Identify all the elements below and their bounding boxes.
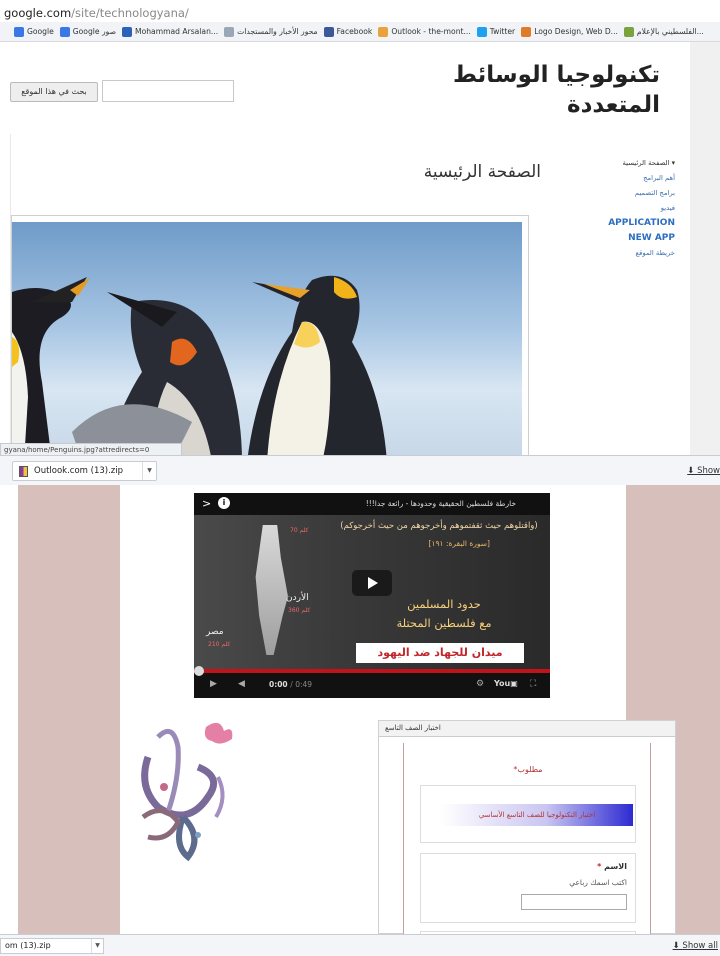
site-screenshot-lower: خارطة فلسطين الحقيقية وحدودها - رائعة جد…: [0, 485, 720, 934]
download-bar: Outlook.com (13).zip ▼ ⬇ Show: [0, 455, 720, 485]
chevron-down-icon[interactable]: ▼: [91, 939, 103, 953]
video-banner: ميدان للجهاد ضد اليهود: [356, 643, 524, 663]
site-screenshot: google.com/site/technologyana/ Google Goo…: [0, 0, 720, 462]
twitter-icon: [476, 26, 487, 37]
bookmark-item[interactable]: Outlook - the-mont...: [378, 26, 471, 37]
video-title-bar: خارطة فلسطين الحقيقية وحدودها - رائعة جد…: [194, 493, 550, 515]
sidebar-item-new-app[interactable]: NEW APP: [571, 231, 675, 246]
video-sura: [سورة البقرة: ١٩١]: [428, 539, 490, 548]
bookmark-label: Twitter: [489, 27, 516, 36]
bookmark-label: محور الأخبار والمستجدات: [237, 27, 318, 36]
site-header: بحث في هذا الموقع تكنولوجيا الوسائط المت…: [10, 42, 690, 134]
penguins-image[interactable]: [12, 222, 522, 462]
sidebar-item-home[interactable]: ▾ الصفحة الرئيسية: [571, 156, 675, 171]
video-frame: (واقتلوهم حيث ثقفتموهم وأخرجوهم من حيث أ…: [194, 515, 550, 669]
sidebar-item-sitemap[interactable]: خريطة الموقع: [571, 246, 676, 261]
name-label: الاسم *: [597, 862, 627, 871]
bookmark-label: Facebook: [336, 27, 373, 36]
video-top-km: 70 كلم: [290, 527, 309, 534]
required-note: مطلوب*: [513, 765, 543, 774]
video-egypt-km: 210 كلم: [208, 641, 231, 648]
quiz-form-header: اختبار الصف التاسع: [379, 721, 675, 737]
volume-icon[interactable]: ◀: [238, 679, 245, 689]
video-time: 0:00 / 0:49: [269, 680, 313, 689]
page-icon: [623, 26, 634, 37]
share-icon[interactable]: <: [202, 497, 211, 510]
page-edge: [0, 485, 18, 934]
bookmark-item[interactable]: Facebook: [323, 26, 373, 37]
calligraphy-image: [128, 717, 240, 865]
bookmark-item[interactable]: محور الأخبار والمستجدات: [224, 26, 318, 37]
bookmark-label: Logo Design, Web D...: [534, 27, 618, 36]
bookmarks-bar: Google Google صور Mohammad Arsalan... محور …: [0, 22, 720, 42]
download-item-bottom[interactable]: om (13).zip ▼: [0, 938, 104, 954]
name-question: الاسم * اكتب اسمك رباعي: [420, 853, 636, 923]
site-search-button[interactable]: بحث في هذا الموقع: [10, 82, 98, 102]
video-main-text: حدود المسلمين مع فلسطين المحتلة: [396, 597, 492, 630]
video-jordan-km: 360 كلم: [288, 607, 311, 614]
download-filename-bottom: om (13).zip: [5, 941, 51, 950]
page-title: الصفحة الرئيسية: [423, 162, 541, 182]
video-controls: ▶ ◀ 0:00 / 0:49 ⚙ You▣ ⛶: [194, 666, 550, 698]
show-all-downloads-link-bottom[interactable]: ⬇ Show all: [673, 941, 718, 951]
play-icon[interactable]: ▶: [210, 679, 217, 689]
zip-file-icon: [19, 465, 28, 477]
bookmark-item[interactable]: Twitter: [476, 26, 516, 37]
facebook-icon: [323, 26, 334, 37]
bookmark-item[interactable]: الفلسطيني بالإعلام...: [623, 26, 704, 37]
blogger-icon: [122, 26, 133, 37]
google-icon: [14, 26, 24, 37]
download-filename: Outlook.com (13).zip: [34, 466, 124, 476]
video-title: خارطة فلسطين الحقيقية وحدودها - رائعة جد…: [365, 499, 516, 508]
page-content: الصفحة الرئيسية ▾ الصفحة الرئيسية أهم ال…: [10, 134, 690, 462]
bookmark-item[interactable]: Mohammad Arsalan...: [122, 26, 219, 37]
quiz-title-box: اختبار التكنولوجيا للصف التاسع الأساسي: [420, 785, 636, 843]
bookmark-item[interactable]: Google صور: [59, 26, 117, 37]
chevron-down-icon[interactable]: ▼: [142, 462, 156, 480]
bookmark-item[interactable]: Google: [14, 26, 54, 37]
video-progress-bar[interactable]: [194, 666, 550, 676]
bookmark-label: Google: [27, 27, 54, 36]
name-help-text: اكتب اسمك رباعي: [569, 878, 627, 887]
video-egypt-label: مصر: [206, 627, 224, 637]
sidebar-item-programs[interactable]: أهم البرامج: [571, 171, 675, 186]
play-button[interactable]: [352, 570, 392, 596]
bookmark-label: الفلسطيني بالإعلام...: [636, 27, 704, 36]
video-quote: (واقتلوهم حيث ثقفتموهم وأخرجوهم من حيث أ…: [340, 521, 538, 531]
settings-icon[interactable]: ⚙: [476, 679, 484, 689]
bookmark-label: Outlook - the-mont...: [391, 27, 471, 36]
info-icon[interactable]: i: [218, 497, 230, 509]
penguins-image-frame[interactable]: [11, 215, 529, 462]
url-path: /site/technologyana/: [71, 6, 189, 20]
site-search-input[interactable]: [102, 80, 234, 102]
download-item[interactable]: Outlook.com (13).zip ▼: [12, 461, 157, 481]
bookmark-item[interactable]: Logo Design, Web D...: [521, 26, 618, 37]
sidebar-nav: ▾ الصفحة الرئيسية أهم البرامج برامج التص…: [571, 156, 675, 261]
address-bar[interactable]: google.com/site/technologyana/: [0, 0, 720, 22]
fullscreen-icon[interactable]: ⛶: [530, 679, 536, 689]
url-host: google.com: [4, 6, 72, 20]
outlook-icon: [378, 26, 389, 37]
palestine-map-graphic: [255, 525, 288, 655]
youtube-logo-icon[interactable]: You▣: [494, 679, 518, 688]
quiz-title: اختبار التكنولوجيا للصف التاسع الأساسي: [441, 804, 633, 826]
sidebar-item-video[interactable]: فيديو: [571, 201, 675, 216]
quiz-form-panel: اختبار الصف التاسع مطلوب* اختبار التكنول…: [378, 720, 676, 934]
page-margin: [690, 42, 720, 462]
logo-icon: [521, 26, 532, 37]
video-jordan-label: الأردن: [286, 593, 309, 603]
show-all-downloads-link[interactable]: ⬇ Show: [687, 466, 720, 476]
google-icon: [59, 26, 70, 37]
bookmark-label: Google صور: [72, 27, 117, 36]
page-icon: [224, 26, 235, 37]
bookmark-label: Mohammad Arsalan...: [135, 27, 219, 36]
youtube-video-player[interactable]: خارطة فلسطين الحقيقية وحدودها - رائعة جد…: [194, 493, 550, 698]
site-title: تكنولوجيا الوسائط المتعددة: [453, 62, 660, 118]
sidebar-item-design[interactable]: برامج التصميم: [571, 186, 675, 201]
progress-handle[interactable]: [194, 666, 204, 676]
sidebar-item-application[interactable]: APPLICATION: [571, 216, 675, 231]
download-bar-bottom: om (13).zip ▼ ⬇ Show all: [0, 934, 720, 956]
name-input[interactable]: [521, 894, 627, 910]
quiz-form: مطلوب* اختبار التكنولوجيا للصف التاسع ال…: [403, 743, 651, 934]
